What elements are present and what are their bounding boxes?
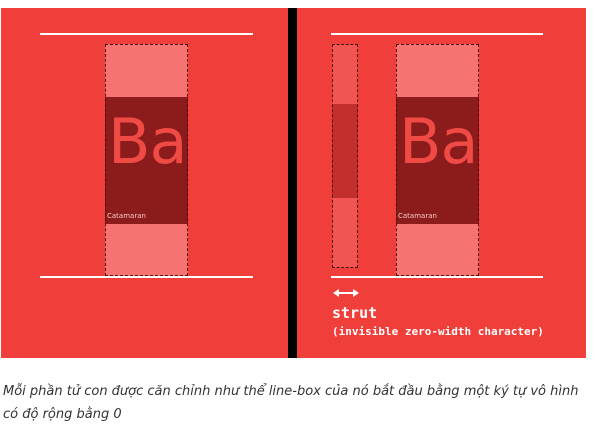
dashed-outline [332, 44, 358, 268]
left-panel: Ba Catamaran [1, 8, 288, 358]
dashed-outline [396, 44, 479, 276]
figure-caption: Mỗi phần tử con được căn chỉnh như thể l… [3, 384, 579, 422]
strut-box [332, 44, 358, 268]
strut-label: strut [332, 304, 378, 322]
right-panel: Ba Catamaran strut (invisible zero-width… [297, 8, 586, 358]
double-arrow-icon [333, 289, 359, 297]
top-line [331, 33, 543, 35]
baseline-line [40, 276, 253, 278]
dashed-outline [105, 44, 188, 276]
panel-divider [288, 8, 297, 358]
baseline-line [331, 276, 543, 278]
top-line [40, 33, 253, 35]
inline-box: Ba Catamaran [396, 44, 479, 276]
inline-box: Ba Catamaran [105, 44, 188, 276]
strut-description: (invisible zero-width character) [332, 325, 544, 338]
